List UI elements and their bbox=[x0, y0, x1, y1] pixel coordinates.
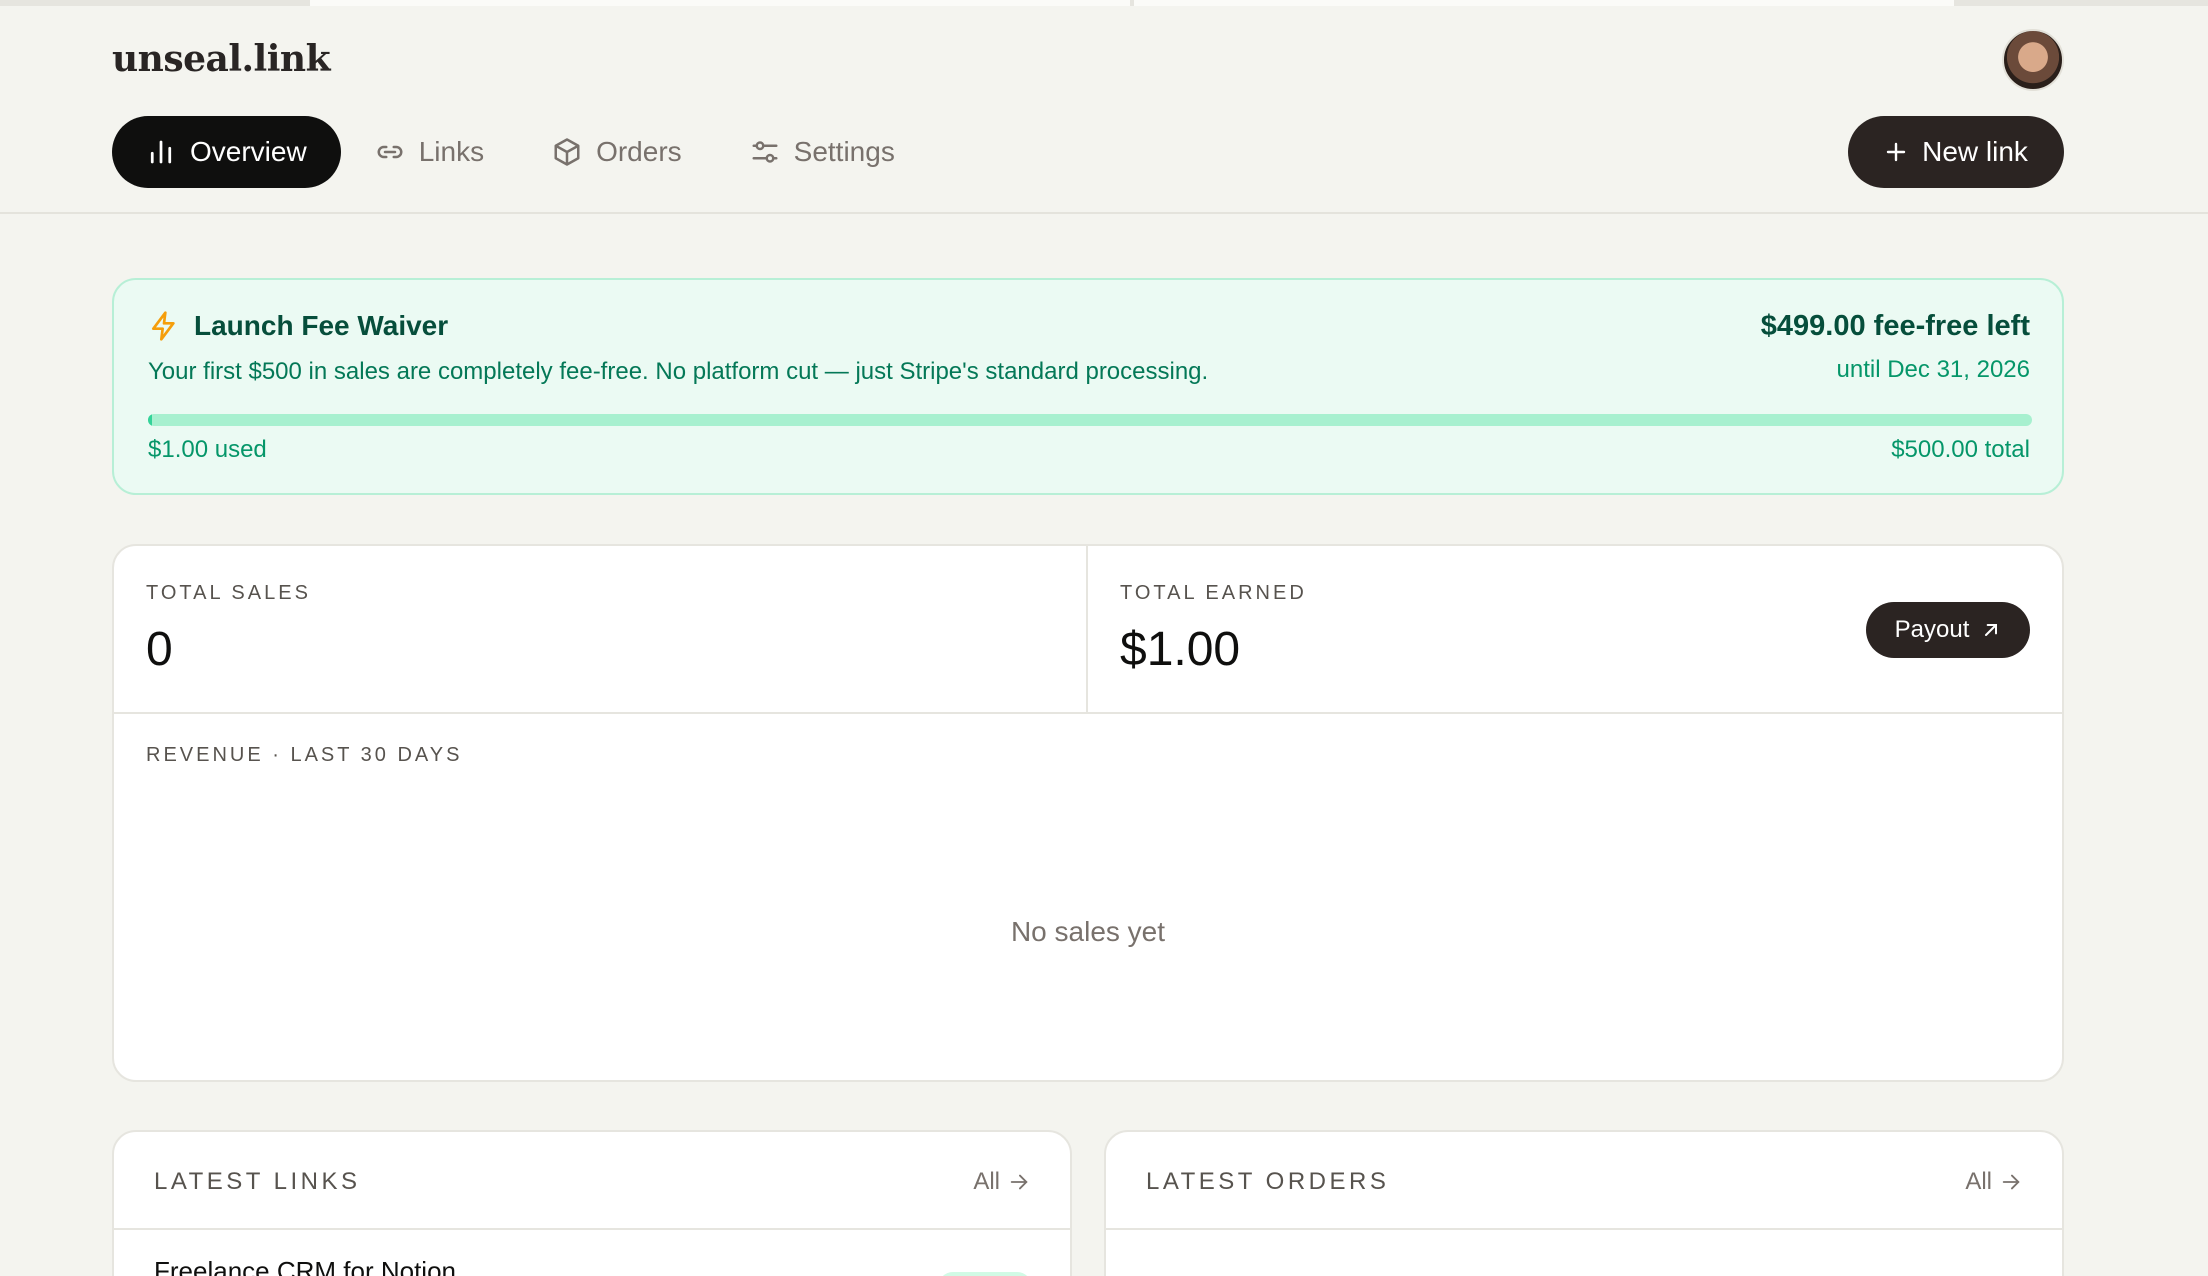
nav-settings[interactable]: Settings bbox=[716, 116, 929, 188]
waiver-used: $1.00 used bbox=[148, 436, 267, 463]
arrow-up-right-icon bbox=[1985, 624, 1998, 636]
total-earned-label: TOTAL EARNED bbox=[1120, 582, 1307, 604]
total-earned-value: $1.00 bbox=[1120, 623, 1241, 676]
total-sales-value: 0 bbox=[146, 623, 173, 676]
payout-label: Payout bbox=[1894, 616, 1970, 643]
sliders-icon bbox=[752, 141, 778, 163]
waiver-until: until Dec 31, 2026 bbox=[1836, 356, 2030, 383]
latest-links-header: LATEST LINKS All bbox=[114, 1132, 1070, 1230]
app-header: unseal.link Overview Links Orders Settin… bbox=[0, 0, 2208, 214]
waiver-total: $500.00 total bbox=[1891, 436, 2030, 463]
lightning-icon bbox=[152, 311, 175, 341]
nav-label: Links bbox=[418, 136, 485, 167]
latest-links-title: LATEST LINKS bbox=[154, 1168, 361, 1195]
waiver-progress-bar bbox=[148, 414, 2032, 426]
nav-label: Settings bbox=[793, 136, 895, 167]
arrow-right-icon bbox=[1010, 1174, 1028, 1190]
latest-orders-title: LATEST ORDERS bbox=[1146, 1168, 1390, 1195]
latest-links-all-link[interactable]: All bbox=[973, 1168, 1030, 1196]
status-badge bbox=[938, 1272, 1032, 1276]
payout-button[interactable]: Payout bbox=[1866, 602, 2030, 658]
stats-card: TOTAL SALES 0 TOTAL EARNED $1.00 Payout … bbox=[112, 544, 2064, 1082]
stats-row: TOTAL SALES 0 TOTAL EARNED $1.00 Payout bbox=[114, 546, 2062, 714]
link-icon bbox=[377, 145, 403, 159]
nav-orders[interactable]: Orders bbox=[518, 116, 716, 188]
fee-waiver-banner: Launch Fee Waiver Your first $500 in sal… bbox=[112, 278, 2064, 495]
waiver-remaining: $499.00 fee-free left bbox=[1760, 310, 2030, 342]
brand-logo[interactable]: unseal.link bbox=[112, 38, 331, 80]
revenue-label: REVENUE · LAST 30 DAYS bbox=[146, 744, 463, 766]
total-earned-stat: TOTAL EARNED $1.00 Payout bbox=[1088, 546, 2062, 712]
latest-orders-all-link[interactable]: All bbox=[1965, 1168, 2022, 1196]
new-link-button[interactable]: New link bbox=[1848, 116, 2064, 188]
nav-links[interactable]: Links bbox=[341, 116, 518, 188]
waiver-progress-fill bbox=[148, 414, 152, 426]
total-sales-label: TOTAL SALES bbox=[146, 582, 311, 604]
bar-chart-icon bbox=[150, 140, 172, 164]
main-nav: Overview Links Orders Settings bbox=[112, 116, 929, 188]
waiver-description: Your first $500 in sales are completely … bbox=[148, 358, 1209, 385]
latest-links-card: LATEST LINKS All Freelance CRM for Notio… bbox=[112, 1130, 1072, 1276]
all-label: All bbox=[1965, 1168, 1992, 1195]
arrow-right-icon bbox=[2002, 1174, 2020, 1190]
list-item[interactable]: Freelance CRM for Notion bbox=[154, 1256, 456, 1276]
plus-icon bbox=[1886, 142, 1906, 162]
latest-orders-card: LATEST ORDERS All bbox=[1104, 1130, 2064, 1276]
new-link-label: New link bbox=[1922, 136, 2028, 167]
waiver-heading: Launch Fee Waiver bbox=[148, 310, 448, 342]
revenue-empty-state: No sales yet bbox=[1010, 916, 1166, 947]
waiver-title: Launch Fee Waiver bbox=[194, 310, 449, 341]
nav-label: Overview bbox=[190, 136, 307, 167]
latest-orders-header: LATEST ORDERS All bbox=[1106, 1132, 2062, 1230]
package-icon bbox=[554, 138, 580, 166]
nav-label: Orders bbox=[596, 136, 682, 167]
avatar[interactable] bbox=[2002, 29, 2064, 91]
total-sales-stat: TOTAL SALES 0 bbox=[114, 546, 1088, 712]
nav-overview[interactable]: Overview bbox=[112, 116, 341, 188]
all-label: All bbox=[973, 1168, 1000, 1195]
